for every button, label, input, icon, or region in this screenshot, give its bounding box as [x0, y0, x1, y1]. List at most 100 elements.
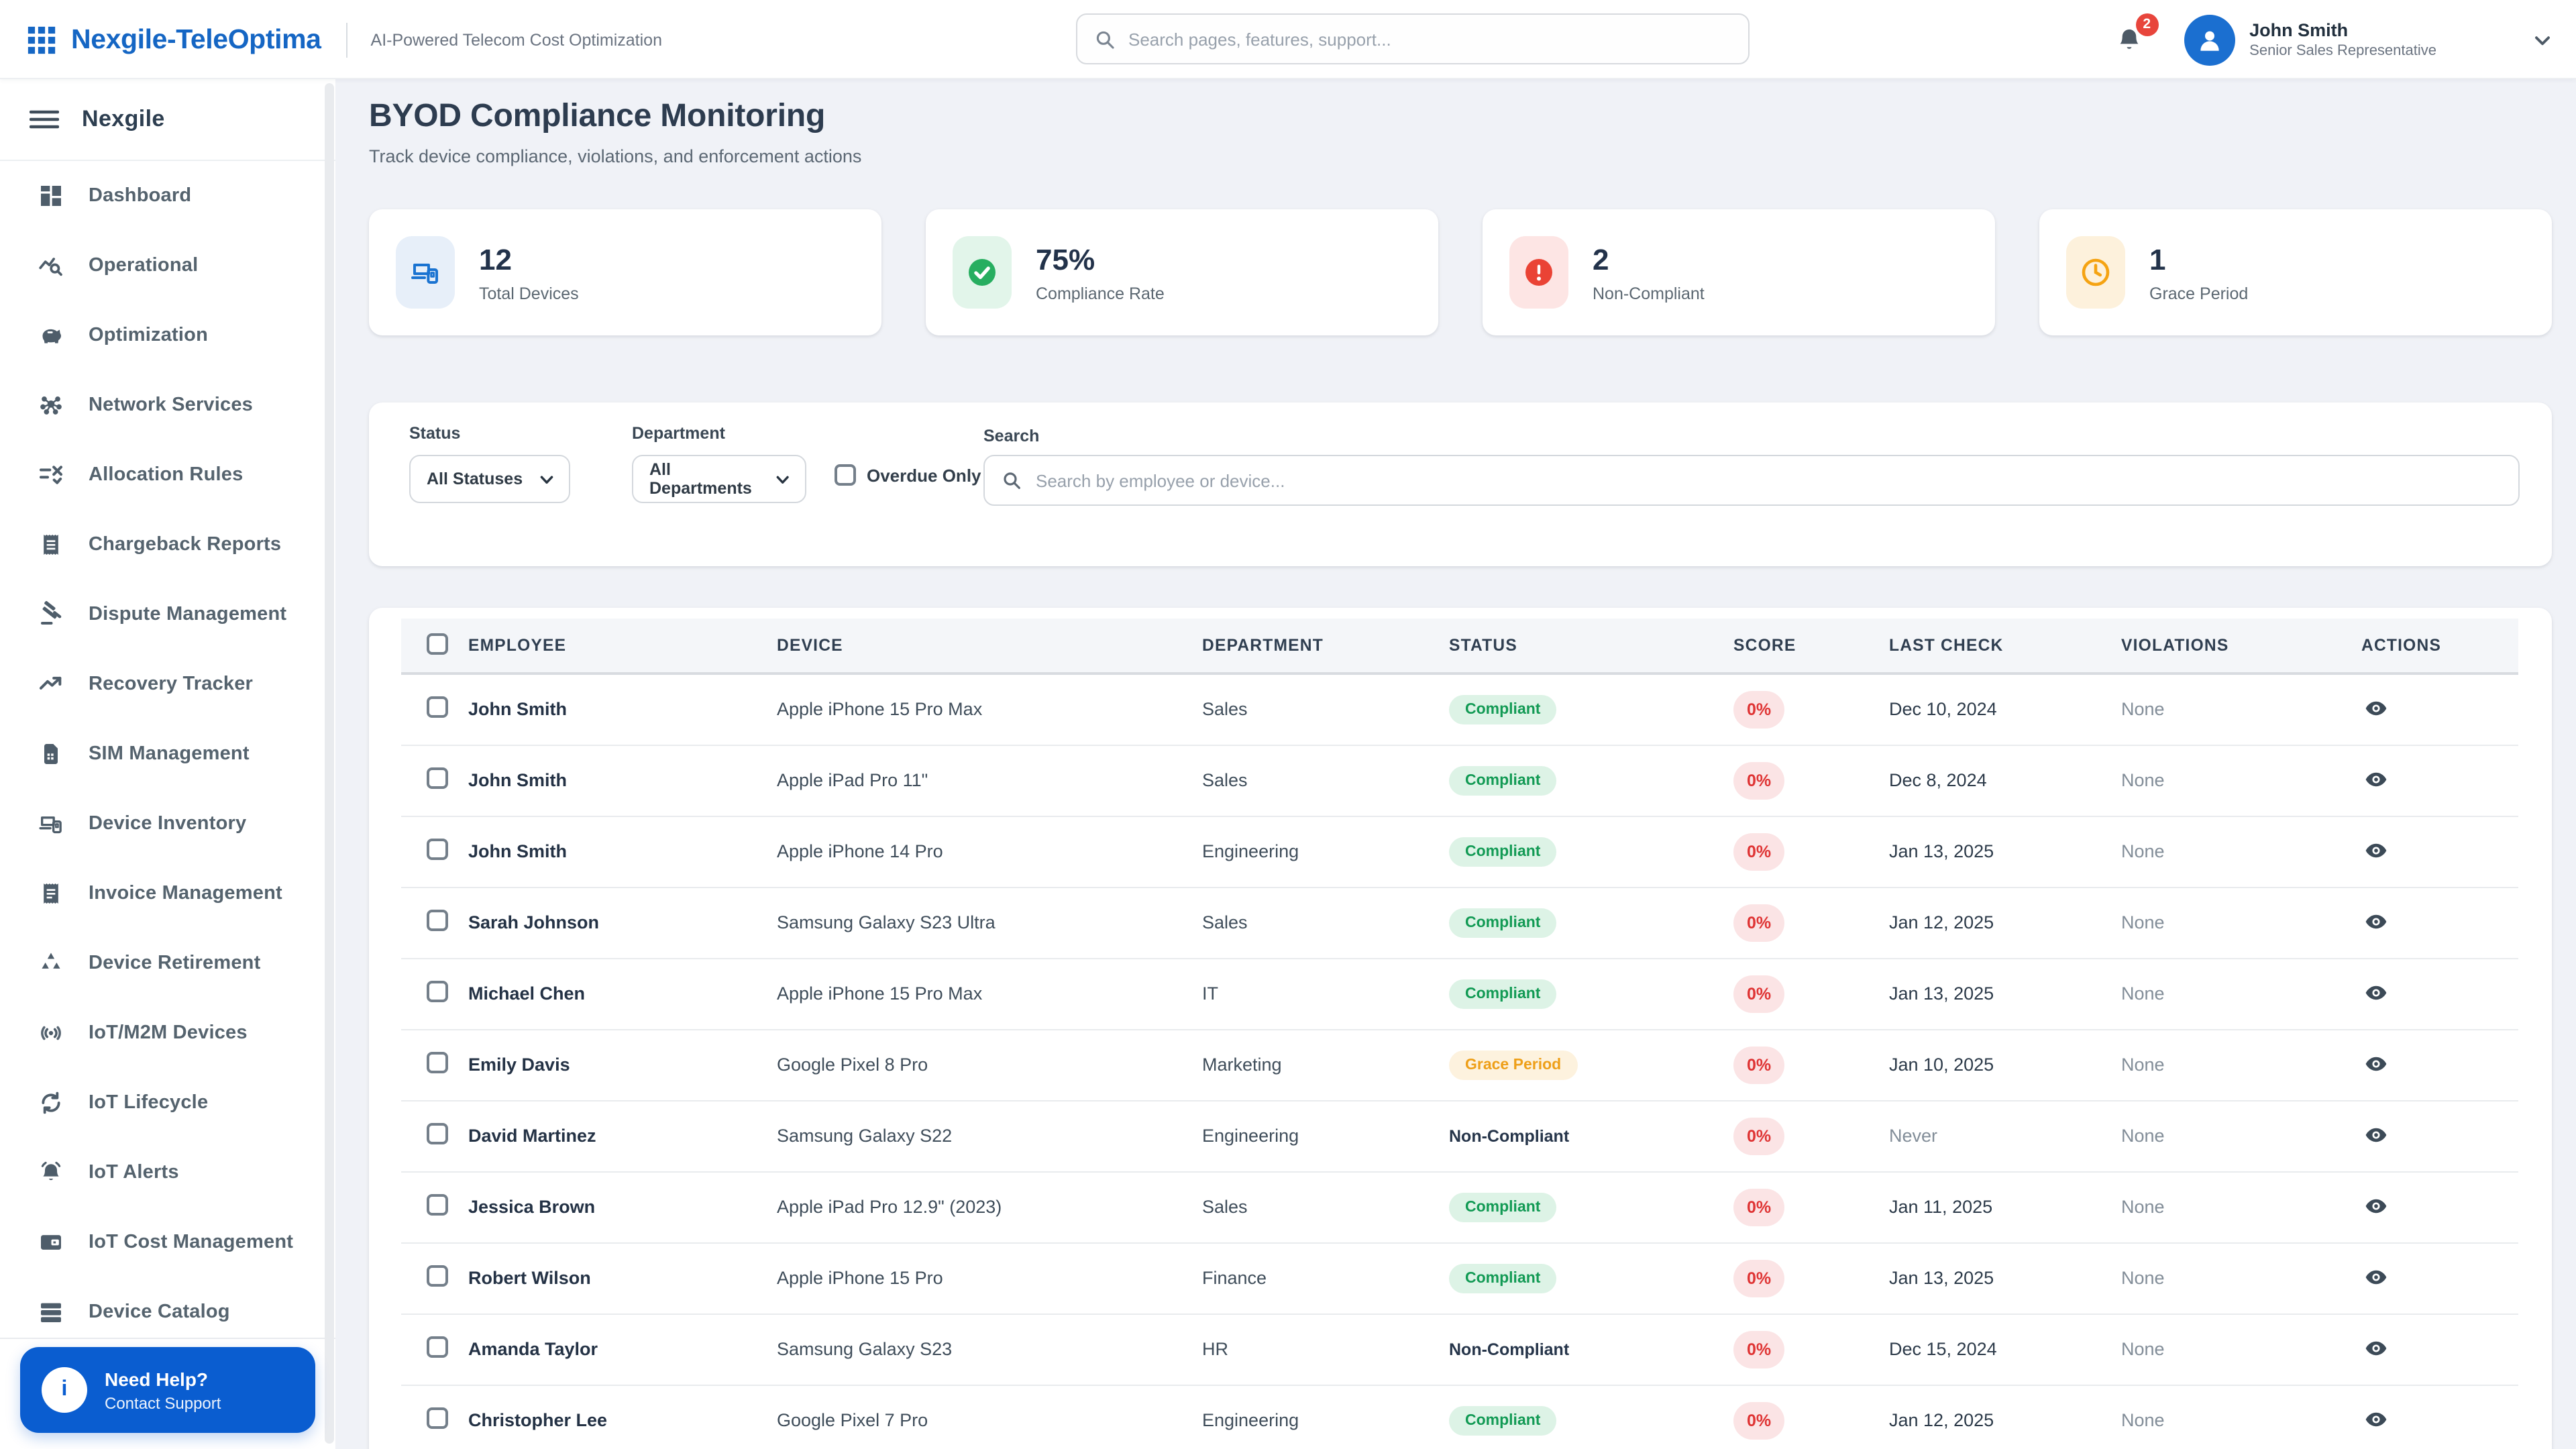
employee-name: Robert Wilson [468, 1268, 591, 1288]
device-name: Google Pixel 8 Pro [777, 1029, 1202, 1101]
status-badge: Compliant [1449, 694, 1557, 724]
select-all-checkbox[interactable] [427, 633, 448, 654]
row-checkbox[interactable] [427, 839, 448, 860]
sidebar-item-iot-lifecycle[interactable]: IoT Lifecycle [0, 1068, 335, 1138]
sidebar-item-sim-management[interactable]: SIM Management [0, 719, 335, 789]
device-name: Apple iPad Pro 12.9" (2023) [777, 1171, 1202, 1243]
last-check: Jan 12, 2025 [1889, 887, 2121, 959]
status-badge: Compliant [1449, 979, 1557, 1008]
user-menu[interactable]: John Smith Senior Sales Representative [2249, 20, 2436, 59]
last-check: Dec 8, 2024 [1889, 745, 2121, 816]
sidebar-item-network-services[interactable]: Network Services [0, 370, 335, 440]
view-details-button[interactable] [2361, 1049, 2391, 1079]
sidebar-item-invoice-management[interactable]: Invoice Management [0, 859, 335, 928]
department-filter-select[interactable]: All Departments [632, 455, 806, 503]
brand-name: Nexgile-TeleOptima [71, 23, 321, 54]
sidebar-item-device-retirement[interactable]: Device Retirement [0, 928, 335, 998]
view-details-button[interactable] [2361, 765, 2391, 794]
user-role: Senior Sales Representative [2249, 43, 2436, 59]
eye-icon [2364, 1265, 2388, 1289]
sidebar-item-chargeback-reports[interactable]: Chargeback Reports [0, 510, 335, 580]
row-checkbox[interactable] [427, 696, 448, 718]
sidebar-item-device-catalog[interactable]: Device Catalog [0, 1277, 335, 1338]
row-checkbox[interactable] [427, 1336, 448, 1358]
hamburger-menu-button[interactable] [30, 109, 59, 130]
department: HR [1202, 1313, 1449, 1385]
stat-label: Non-Compliant [1593, 284, 1705, 303]
status-filter-select[interactable]: All Statuses [409, 455, 570, 503]
global-search-input[interactable] [1128, 29, 1732, 49]
row-checkbox[interactable] [427, 767, 448, 789]
department: Finance [1202, 1242, 1449, 1314]
sidebar-item-optimization[interactable]: Optimization [0, 301, 335, 370]
row-checkbox[interactable] [427, 1194, 448, 1216]
row-checkbox[interactable] [427, 910, 448, 931]
app-root: Nexgile-TeleOptima AI-Powered Telecom Co… [0, 0, 2576, 1449]
overdue-only-checkbox[interactable] [835, 464, 856, 486]
score-badge: 0% [1733, 1117, 1785, 1155]
chevron-down-icon[interactable] [2530, 28, 2555, 52]
chargeback-reports-icon [38, 531, 64, 558]
eye-icon [2364, 1407, 2388, 1432]
view-details-button[interactable] [2361, 1334, 2391, 1363]
eye-icon [2364, 767, 2388, 792]
violations: None [2121, 816, 2361, 888]
page-title: BYOD Compliance Monitoring [369, 98, 826, 134]
global-search[interactable] [1076, 13, 1750, 64]
row-checkbox[interactable] [427, 1123, 448, 1144]
sidebar-item-recovery-tracker[interactable]: Recovery Tracker [0, 649, 335, 719]
view-details-button[interactable] [2361, 1191, 2391, 1221]
column-header-violations: VIOLATIONS [2121, 619, 2361, 675]
sidebar-item-label: Chargeback Reports [89, 534, 282, 555]
violations: None [2121, 1242, 2361, 1314]
row-checkbox[interactable] [427, 981, 448, 1002]
department: IT [1202, 958, 1449, 1030]
view-details-button[interactable] [2361, 1120, 2391, 1150]
row-checkbox[interactable] [427, 1407, 448, 1429]
last-check: Jan 13, 2025 [1889, 958, 2121, 1030]
sidebar-item-operational[interactable]: Operational [0, 231, 335, 301]
sidebar-item-dashboard[interactable]: Dashboard [0, 161, 335, 231]
sidebar-item-label: IoT Alerts [89, 1162, 179, 1183]
table-search-input[interactable] [1036, 470, 2502, 490]
view-details-button[interactable] [2361, 907, 2391, 936]
sidebar-item-label: Dashboard [89, 185, 192, 207]
sidebar-item-iot-m2m-devices[interactable]: IoT/M2M Devices [0, 998, 335, 1068]
violations: None [2121, 887, 2361, 959]
filters-card: Status All Statuses Department All Depar… [369, 402, 2552, 566]
view-details-button[interactable] [2361, 836, 2391, 865]
last-check: Dec 15, 2024 [1889, 1313, 2121, 1385]
view-details-button[interactable] [2361, 1263, 2391, 1292]
row-checkbox[interactable] [427, 1265, 448, 1287]
notifications-button[interactable]: 2 [2111, 13, 2159, 57]
status-badge: Non-Compliant [1449, 1127, 1570, 1146]
last-check: Jan 11, 2025 [1889, 1171, 2121, 1243]
stat-meta: 75% Compliance Rate [1036, 242, 1165, 303]
help-title: Need Help? [105, 1368, 209, 1389]
sidebar-item-dispute-management[interactable]: Dispute Management [0, 580, 335, 649]
view-details-button[interactable] [2361, 694, 2391, 724]
view-details-button[interactable] [2361, 978, 2391, 1008]
avatar[interactable] [2184, 14, 2235, 65]
table-search[interactable] [983, 455, 2520, 506]
device-name: Apple iPad Pro 11" [777, 745, 1202, 816]
allocation-rules-icon [38, 462, 64, 488]
sidebar-item-allocation-rules[interactable]: Allocation Rules [0, 440, 335, 510]
sidebar-item-iot-alerts[interactable]: IoT Alerts [0, 1138, 335, 1208]
status-badge: Compliant [1449, 765, 1557, 795]
alert-circle-icon [1509, 236, 1568, 309]
status-badge: Non-Compliant [1449, 1340, 1570, 1359]
sidebar-item-iot-cost-management[interactable]: IoT Cost Management [0, 1208, 335, 1277]
table-row: Jessica Brown Apple iPad Pro 12.9" (2023)… [401, 1171, 2518, 1243]
apps-grid-icon[interactable] [27, 25, 56, 54]
view-details-button[interactable] [2361, 1405, 2391, 1434]
sidebar-scrollbar[interactable] [325, 83, 334, 1444]
sidebar-item-label: IoT Lifecycle [89, 1092, 209, 1114]
score-badge: 0% [1733, 975, 1785, 1012]
sidebar-item-device-inventory[interactable]: Device Inventory [0, 789, 335, 859]
help-card[interactable]: i Need Help? Contact Support [20, 1347, 315, 1433]
status-badge: Compliant [1449, 1263, 1557, 1293]
row-checkbox[interactable] [427, 1052, 448, 1073]
overdue-only-toggle[interactable]: Overdue Only [835, 464, 981, 486]
score-badge: 0% [1733, 1188, 1785, 1226]
